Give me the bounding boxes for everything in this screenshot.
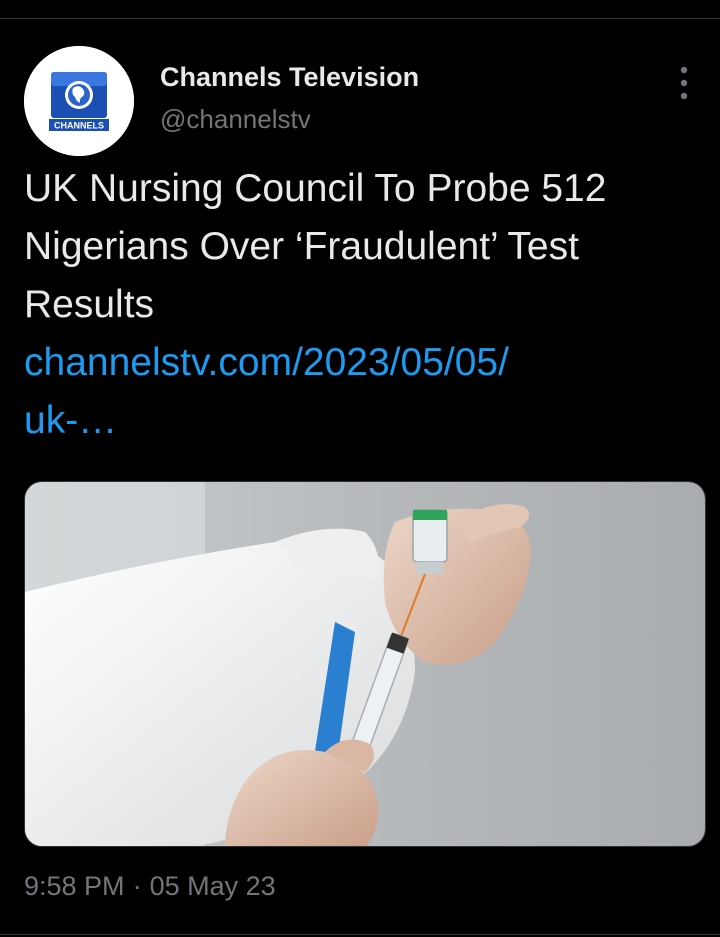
tweet-timestamp[interactable]: 9:58 PM · 05 May 23 xyxy=(24,871,276,902)
tweet-date[interactable]: 05 May 23 xyxy=(150,871,276,901)
tweet-media[interactable] xyxy=(24,481,706,847)
tweet-header: CHANNELS Channels Television @channelstv xyxy=(24,46,696,156)
tweet-link-line[interactable]: uk-… xyxy=(24,392,696,450)
channels-logo-icon: CHANNELS xyxy=(24,46,134,156)
tweet-text-line: Results xyxy=(24,283,155,326)
handle[interactable]: @channelstv xyxy=(160,102,419,136)
tweet-link-line[interactable]: channelstv.com/2023/05/05/ xyxy=(24,334,696,392)
display-name[interactable]: Channels Television xyxy=(160,60,419,94)
tweet-text-line: UK Nursing Council To Probe 512 xyxy=(24,167,607,210)
top-divider xyxy=(0,18,720,19)
tweet-text-line: Nigerians Over ‘Fraudulent’ Test xyxy=(24,225,579,268)
tweet-body: UK Nursing Council To Probe 512 Nigerian… xyxy=(24,160,696,450)
vaccine-syringe-photo xyxy=(25,482,705,846)
more-vertical-icon xyxy=(680,66,688,100)
meta-separator: · xyxy=(132,871,142,901)
tweet-time[interactable]: 9:58 PM xyxy=(24,871,125,901)
avatar[interactable]: CHANNELS xyxy=(24,46,134,156)
logo-text: CHANNELS xyxy=(54,121,104,131)
more-options-button[interactable] xyxy=(672,64,696,102)
bottom-divider xyxy=(0,934,720,935)
account-names: Channels Television @channelstv xyxy=(160,60,419,136)
tweet-link[interactable]: channelstv.com/2023/05/05/ uk-… xyxy=(24,334,696,450)
